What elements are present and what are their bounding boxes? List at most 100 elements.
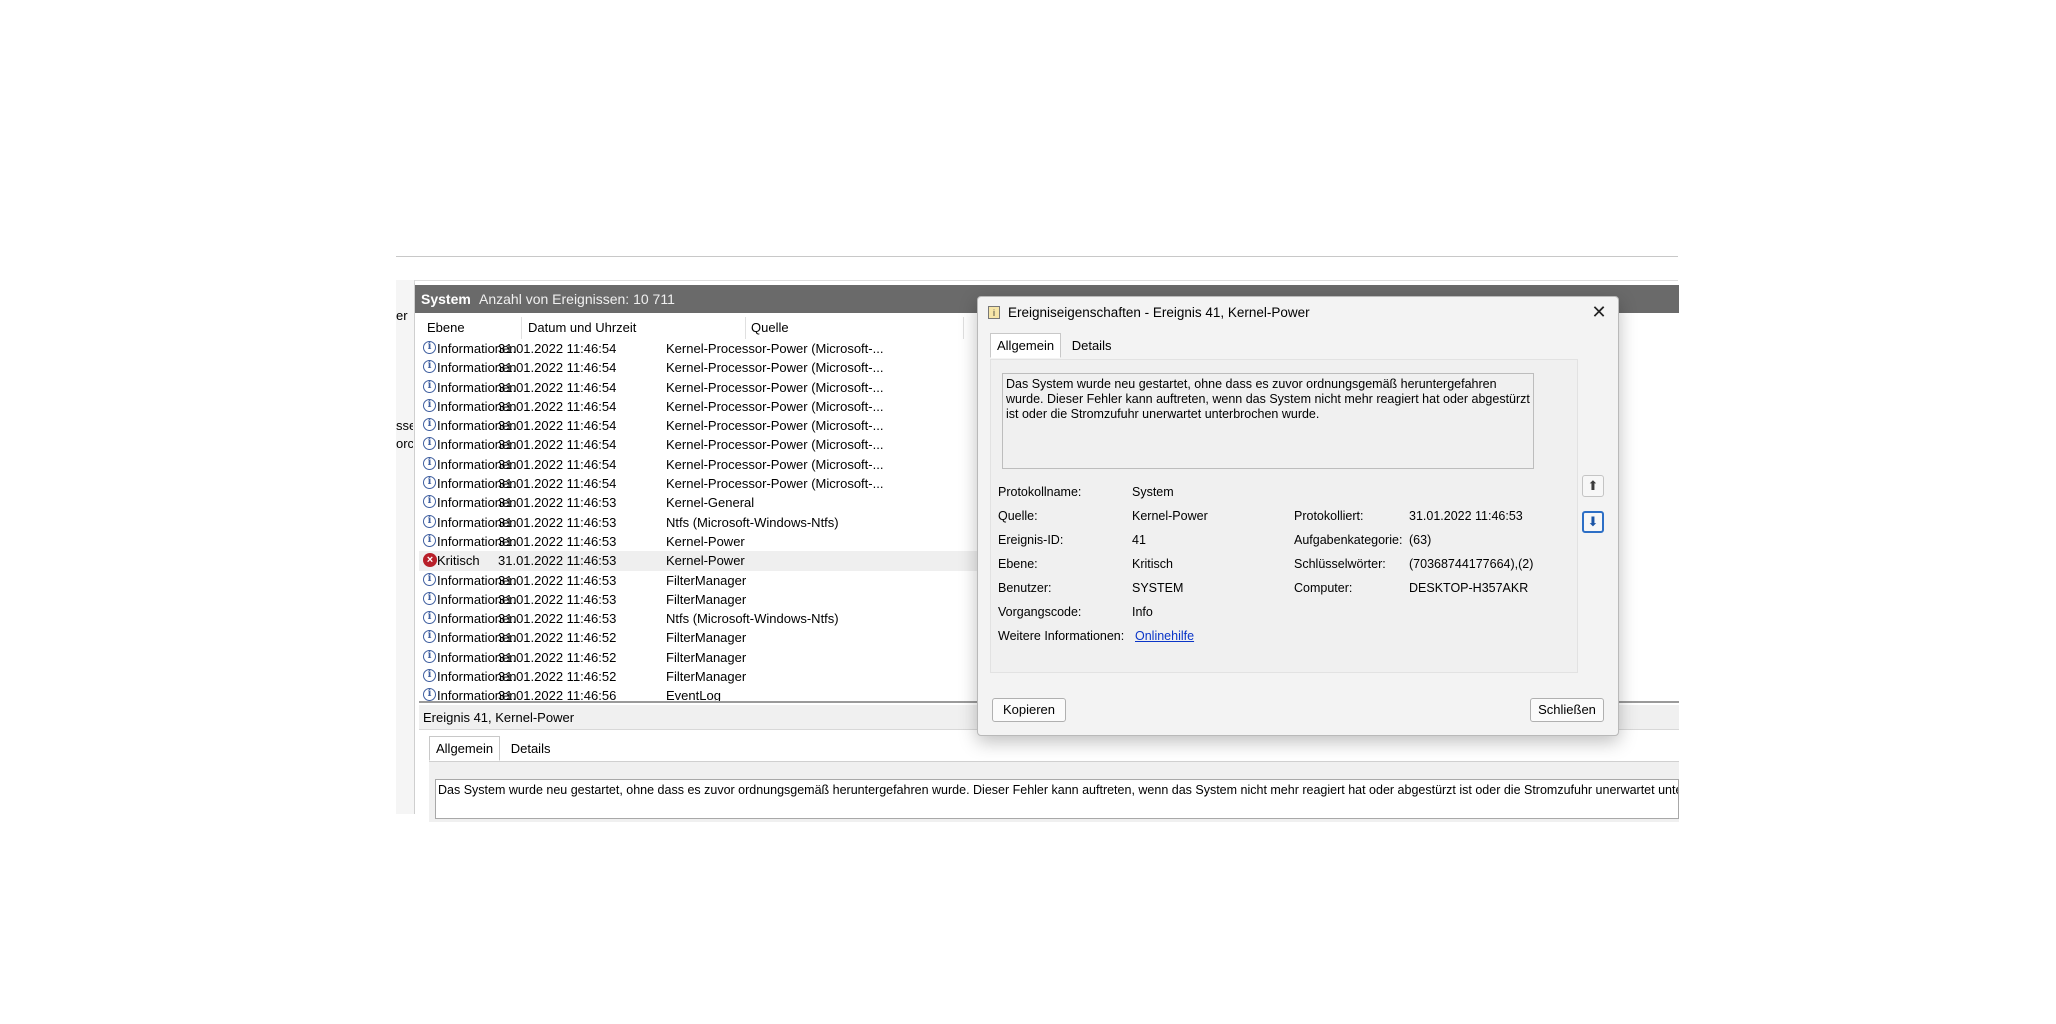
info-icon: i bbox=[423, 476, 436, 490]
table-row[interactable]: i Informationen 31.01.2022 11:46:52 FilterM… bbox=[419, 667, 979, 686]
table-row[interactable]: i Informationen 31.01.2022 11:46:53 Ntfs (M… bbox=[419, 609, 979, 628]
computer-label: Computer: bbox=[1294, 581, 1353, 595]
info-icon: i bbox=[423, 437, 436, 451]
user-value: SYSTEM bbox=[1132, 581, 1184, 595]
dialog-tabs: Allgemein Details bbox=[990, 333, 1118, 358]
event-properties-dialog: i Ereigniseigenschaften - Ereignis 41, K… bbox=[977, 296, 1619, 736]
logged-label: Protokolliert: bbox=[1294, 509, 1364, 523]
datetime-cell: 31.01.2022 11:46:53 bbox=[498, 553, 617, 569]
table-row[interactable]: i Informationen 31.01.2022 11:46:54 Kernel-… bbox=[419, 474, 979, 493]
log-name-value: System bbox=[1132, 485, 1174, 499]
opcode-label: Vorgangscode: bbox=[998, 605, 1082, 619]
info-icon: i bbox=[423, 495, 436, 509]
event-preview-title: Ereignis 41, Kernel-Power bbox=[423, 710, 575, 725]
source-cell: FilterManager bbox=[666, 649, 747, 665]
source-cell: Kernel-General bbox=[666, 495, 755, 511]
source-cell: Kernel-Processor-Power (Microsoft-... bbox=[666, 456, 884, 472]
table-row[interactable]: i Informationen 31.01.2022 11:46:53 Kernel-… bbox=[419, 532, 979, 551]
copy-button[interactable]: Kopieren bbox=[992, 698, 1066, 722]
table-row[interactable]: i Informationen 31.01.2022 11:46:54 Kernel-… bbox=[419, 358, 979, 377]
logged-value: 31.01.2022 11:46:53 bbox=[1409, 509, 1523, 523]
event-id-value: 41 bbox=[1132, 533, 1146, 547]
table-row[interactable]: i Informationen 31.01.2022 11:46:52 FilterM… bbox=[419, 648, 979, 667]
datetime-cell: 31.01.2022 11:46:54 bbox=[498, 379, 617, 395]
table-row[interactable]: i Informationen 31.01.2022 11:46:54 Kernel-… bbox=[419, 455, 979, 474]
event-preview-description[interactable]: Das System wurde neu gestartet, ohne das… bbox=[435, 779, 1679, 819]
critical-icon: × bbox=[423, 553, 437, 568]
datetime-cell: 31.01.2022 11:46:53 bbox=[498, 533, 617, 549]
datetime-cell: 31.01.2022 11:46:54 bbox=[498, 437, 617, 453]
tab-general[interactable]: Allgemein bbox=[429, 736, 501, 761]
tab-details[interactable]: Details bbox=[1065, 333, 1119, 358]
source-cell: Kernel-Power bbox=[666, 553, 745, 569]
column-separator[interactable] bbox=[963, 317, 964, 339]
datetime-cell: 31.01.2022 11:46:52 bbox=[498, 630, 617, 646]
event-preview-tabs: Allgemein Details bbox=[429, 736, 557, 761]
table-row[interactable]: i Informationen 31.01.2022 11:46:53 Kernel-… bbox=[419, 493, 979, 512]
info-icon: i bbox=[423, 360, 436, 374]
top-divider bbox=[396, 256, 1678, 257]
table-row[interactable]: i Informationen 31.01.2022 11:46:54 Kernel-… bbox=[419, 378, 979, 397]
dialog-title: Ereigniseigenschaften - Ereignis 41, Ker… bbox=[1008, 305, 1310, 320]
online-help-link[interactable]: Onlinehilfe bbox=[1135, 629, 1194, 643]
task-category-label: Aufgabenkategorie: bbox=[1294, 533, 1403, 547]
datetime-cell: 31.01.2022 11:46:54 bbox=[498, 476, 617, 492]
previous-event-button[interactable]: ⬆ bbox=[1582, 475, 1604, 497]
source-cell: Ntfs (Microsoft-Windows-Ntfs) bbox=[666, 611, 839, 627]
toolbar-divider bbox=[396, 280, 1678, 281]
user-label: Benutzer: bbox=[998, 581, 1052, 595]
datetime-cell: 31.01.2022 11:46:54 bbox=[498, 360, 617, 376]
log-name-label: Protokollname: bbox=[998, 485, 1082, 499]
table-row[interactable]: i Informationen 31.01.2022 11:46:53 FilterM… bbox=[419, 590, 979, 609]
source-cell: Kernel-Processor-Power (Microsoft-... bbox=[666, 476, 884, 492]
nav-fragment-2: sse bbox=[396, 418, 413, 433]
info-icon: i bbox=[423, 379, 436, 393]
table-row[interactable]: i Informationen 31.01.2022 11:46:54 Kernel-… bbox=[419, 416, 979, 435]
source-value: Kernel-Power bbox=[1132, 509, 1208, 523]
datetime-cell: 31.01.2022 11:46:53 bbox=[498, 495, 617, 511]
source-cell: FilterManager bbox=[666, 630, 747, 646]
keywords-label: Schlüsselwörter: bbox=[1294, 557, 1386, 571]
dialog-titlebar[interactable]: i Ereigniseigenschaften - Ereignis 41, K… bbox=[978, 297, 1618, 329]
source-cell: Ntfs (Microsoft-Windows-Ntfs) bbox=[666, 514, 839, 530]
info-icon: i bbox=[423, 418, 436, 432]
event-description[interactable]: Das System wurde neu gestartet, ohne das… bbox=[1002, 373, 1534, 469]
datetime-cell: 31.01.2022 11:46:52 bbox=[498, 649, 617, 665]
datetime-cell: 31.01.2022 11:46:54 bbox=[498, 418, 617, 434]
column-separator[interactable] bbox=[745, 317, 746, 339]
source-cell: Kernel-Processor-Power (Microsoft-... bbox=[666, 360, 884, 376]
opcode-value: Info bbox=[1132, 605, 1153, 619]
info-icon: i bbox=[423, 669, 436, 683]
keywords-value: (70368744177664),(2) bbox=[1409, 557, 1534, 571]
info-icon: i bbox=[423, 591, 436, 605]
datetime-cell: 31.01.2022 11:46:53 bbox=[498, 572, 617, 588]
table-row[interactable]: i Informationen 31.01.2022 11:46:52 FilterM… bbox=[419, 628, 979, 647]
nav-fragment-1: er bbox=[396, 308, 408, 323]
source-cell: Kernel-Processor-Power (Microsoft-... bbox=[666, 398, 884, 414]
close-button[interactable]: Schließen bbox=[1530, 698, 1604, 722]
event-table-body: i Informationen 31.01.2022 11:46:54 Kernel-… bbox=[419, 339, 979, 706]
info-icon: i bbox=[423, 688, 436, 702]
datetime-cell: 31.01.2022 11:46:54 bbox=[498, 398, 617, 414]
event-viewer-icon: i bbox=[988, 306, 1000, 319]
table-row[interactable]: i Informationen 31.01.2022 11:46:53 Ntfs (M… bbox=[419, 513, 979, 532]
tab-details[interactable]: Details bbox=[504, 736, 558, 761]
level-cell: Kritisch bbox=[437, 553, 480, 569]
datetime-cell: 31.01.2022 11:46:53 bbox=[498, 591, 617, 607]
info-icon: i bbox=[423, 649, 436, 663]
source-cell: Kernel-Processor-Power (Microsoft-... bbox=[666, 437, 884, 453]
left-navigation-pane bbox=[396, 280, 415, 814]
column-separator[interactable] bbox=[521, 317, 522, 339]
table-row[interactable]: × Kritisch 31.01.2022 11:46:53 Kernel-Power bbox=[419, 551, 979, 571]
table-row[interactable]: i Informationen 31.01.2022 11:46:53 FilterM… bbox=[419, 571, 979, 590]
table-row[interactable]: i Informationen 31.01.2022 11:46:54 Kernel-… bbox=[419, 435, 979, 454]
datetime-cell: 31.01.2022 11:46:53 bbox=[498, 611, 617, 627]
table-row[interactable]: i Informationen 31.01.2022 11:46:54 Kernel-… bbox=[419, 339, 979, 358]
info-icon: i bbox=[423, 514, 436, 528]
close-icon[interactable]: ✕ bbox=[1588, 301, 1610, 323]
next-event-button[interactable]: ⬇ bbox=[1582, 511, 1604, 533]
log-title: System bbox=[421, 291, 471, 307]
source-cell: Kernel-Processor-Power (Microsoft-... bbox=[666, 379, 884, 395]
table-row[interactable]: i Informationen 31.01.2022 11:46:54 Kernel-… bbox=[419, 397, 979, 416]
tab-general[interactable]: Allgemein bbox=[990, 333, 1062, 358]
